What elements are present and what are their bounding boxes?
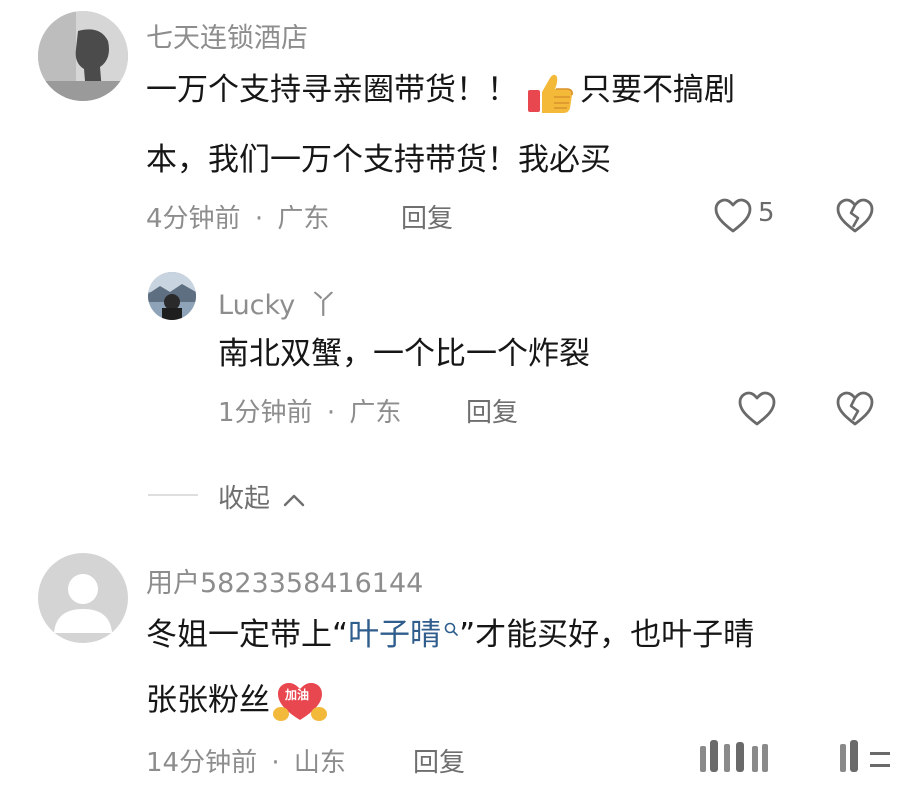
- location: 广东: [349, 398, 402, 428]
- like-count: 5: [758, 198, 775, 228]
- avatar[interactable]: [38, 11, 128, 101]
- comment-text-part: ”才能买好，也叶子晴: [459, 617, 755, 653]
- timestamp: 4分钟前: [146, 204, 241, 234]
- comment-text-line2: 张张粉丝 加油: [146, 680, 328, 724]
- username-text: Lucky: [218, 290, 296, 321]
- comment-meta: 1分钟前 · 广东: [218, 392, 401, 429]
- broken-heart-icon[interactable]: [835, 197, 875, 235]
- chevron-up-icon: [282, 492, 306, 508]
- comment-text-part: 只要不搞剧: [580, 72, 735, 108]
- username[interactable]: Lucky 丫: [218, 283, 337, 322]
- comment-text-part: 冬姐一定带上“: [146, 617, 349, 653]
- comment-text-part: 一万个支持寻亲圈带货！！: [146, 72, 518, 108]
- comment-text: 南北双蟹，一个比一个炸裂: [218, 336, 590, 372]
- comment-text-part: 张张粉丝: [146, 682, 270, 719]
- avatar[interactable]: [38, 553, 128, 643]
- emoji-label: 加油: [285, 688, 310, 702]
- jiayou-heart-emoji: 加油: [272, 680, 328, 724]
- username[interactable]: 用户5823358416144: [146, 561, 423, 600]
- comment-meta: 14分钟前 · 山东: [146, 742, 346, 779]
- heart-icon[interactable]: [713, 197, 753, 235]
- location: 广东: [277, 204, 330, 234]
- separator-dot: ·: [254, 204, 264, 234]
- link-text: 叶子晴: [348, 617, 442, 653]
- reply-button[interactable]: 回复: [401, 198, 453, 235]
- broken-heart-icon[interactable]: [835, 390, 875, 428]
- username[interactable]: 七天连锁酒店: [146, 16, 308, 55]
- heart-icon[interactable]: [700, 740, 780, 776]
- collapse-divider: [148, 494, 198, 496]
- comment-text-line2: 本，我们一万个支持带货！我必买: [146, 142, 611, 178]
- reply-button[interactable]: 回复: [466, 392, 518, 429]
- comment-text: 冬姐一定带上“叶子晴 ”才能买好，也叶子晴: [146, 615, 754, 655]
- search-icon: [443, 621, 459, 637]
- separator-dot: ·: [326, 398, 336, 428]
- thumbs-up-icon: [526, 72, 578, 113]
- search-link[interactable]: 叶子晴: [348, 617, 459, 653]
- comment-meta: 4分钟前 · 广东: [146, 198, 329, 235]
- username-suffix: 丫: [309, 290, 337, 321]
- reply-button[interactable]: 回复: [413, 742, 465, 779]
- separator-dot: ·: [271, 748, 280, 778]
- collapse-button[interactable]: 收起: [218, 478, 306, 515]
- heart-icon[interactable]: [737, 390, 777, 428]
- location: 山东: [293, 748, 346, 778]
- comment-text: 一万个支持寻亲圈带货！！ 只要不搞剧: [146, 70, 735, 113]
- timestamp: 14分钟前: [146, 748, 258, 778]
- timestamp: 1分钟前: [218, 398, 313, 428]
- avatar[interactable]: [148, 272, 196, 320]
- collapse-label: 收起: [218, 484, 271, 514]
- broken-heart-icon[interactable]: [840, 740, 896, 776]
